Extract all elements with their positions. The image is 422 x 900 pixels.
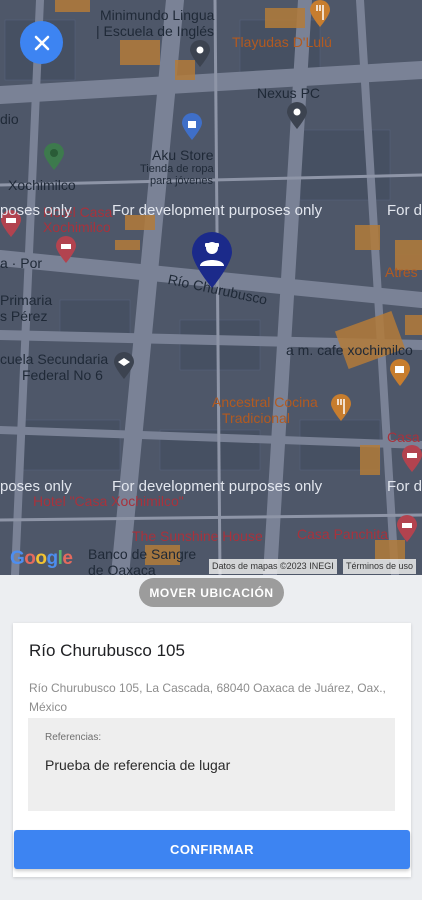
references-label: Referencias: (45, 732, 102, 743)
dev-watermark: poses only (0, 202, 72, 219)
school-pin-icon[interactable] (113, 352, 135, 380)
map-label: Xochimilco (43, 219, 111, 235)
map-data-attribution[interactable]: Datos de mapas ©2023 INEGI (209, 559, 337, 574)
map-label: Tradicional (222, 410, 290, 426)
map-label: s Pérez (0, 308, 48, 324)
restaurant-pin-icon[interactable] (309, 0, 331, 28)
cafe-pin-icon[interactable] (389, 359, 411, 387)
hotel-pin-icon[interactable] (55, 236, 77, 264)
dev-watermark: For development purposes only (112, 202, 323, 219)
terms-of-use-link[interactable]: Términos de uso (343, 559, 417, 574)
restaurant-pin-icon[interactable] (330, 394, 352, 422)
map-label: Federal No 6 (22, 367, 103, 383)
map-label: Tlayudas D'Lulú (232, 34, 332, 50)
confirm-button[interactable]: CONFIRMAR (14, 830, 410, 869)
map-label: | Escuela de Inglés (96, 23, 215, 39)
map-label: a m. cafe xochimilco (286, 342, 413, 358)
close-icon (34, 35, 49, 50)
dev-watermark: For d (387, 478, 422, 495)
hotel-pin-icon[interactable] (401, 445, 422, 473)
shopping-pin-icon[interactable] (181, 113, 203, 141)
dev-watermark: For development purposes only (112, 478, 323, 495)
dev-watermark: For d (387, 202, 422, 219)
park-pin-icon[interactable] (43, 143, 65, 171)
place-pin-icon[interactable] (286, 102, 308, 130)
map-label: Aku Store (152, 147, 214, 163)
references-value[interactable]: Prueba de referencia de lugar (45, 757, 230, 773)
map-label: a · Por (0, 255, 43, 271)
map-label: Casa Panchita (297, 526, 389, 542)
close-button[interactable] (20, 21, 63, 64)
dev-watermark: poses only (0, 478, 72, 495)
map-label: Atres (385, 264, 418, 280)
hotel-pin-icon[interactable] (396, 515, 418, 543)
google-logo: Google (10, 548, 73, 569)
references-field[interactable]: Referencias: Prueba de referencia de lug… (28, 718, 395, 811)
map-label: Nexus PC (257, 85, 321, 101)
map-view[interactable]: Minimundo Lingua | Escuela de Inglés Tla… (0, 0, 422, 575)
map-label: para jóvenes (150, 175, 213, 187)
map-label: dio (0, 111, 19, 127)
map-label: Xochimilco (8, 177, 76, 193)
map-label: The Sunshine House (132, 528, 263, 544)
user-location-pin-icon[interactable] (190, 230, 234, 290)
place-pin-icon[interactable] (189, 40, 211, 68)
move-location-button[interactable]: MOVER UBICACIÓN (139, 578, 284, 607)
address-title: Río Churubusco 105 (29, 641, 185, 660)
map-label: de Oaxaca (88, 562, 156, 575)
map-label: Casa (387, 429, 420, 445)
full-address: Río Churubusco 105, La Cascada, 68040 Oa… (29, 681, 386, 714)
